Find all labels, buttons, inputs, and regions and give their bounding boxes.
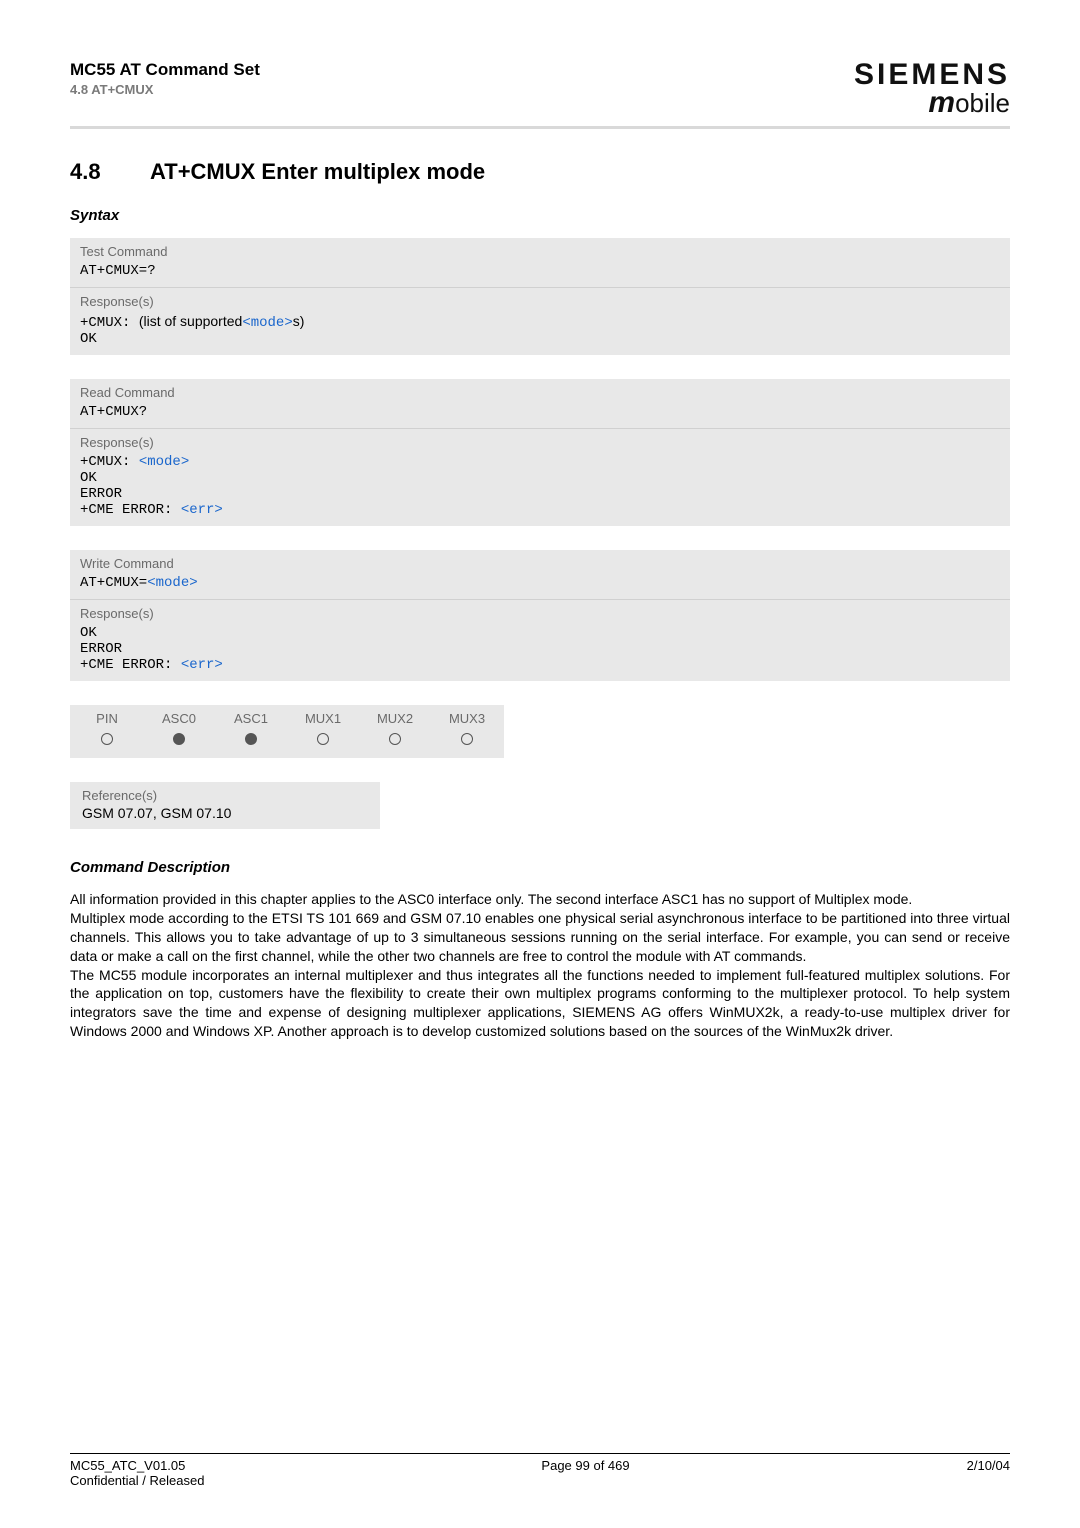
dot-empty-icon bbox=[101, 733, 113, 745]
support-head-mux1: MUX1 bbox=[300, 711, 346, 726]
support-dot-mux1 bbox=[300, 726, 346, 748]
write-resp-cme: +CME ERROR: <err> bbox=[80, 657, 1000, 673]
section-number: 4.8 bbox=[70, 159, 110, 185]
test-cmd: AT+CMUX=? bbox=[80, 263, 1000, 279]
support-dot-asc1 bbox=[228, 726, 274, 748]
write-command-block: Write Command AT+CMUX=<mode> Response(s)… bbox=[70, 550, 1010, 681]
support-head-asc1: ASC1 bbox=[228, 711, 274, 726]
read-command-block: Read Command AT+CMUX? Response(s) +CMUX:… bbox=[70, 379, 1010, 526]
read-cmd: AT+CMUX? bbox=[80, 404, 1000, 420]
write-resp-error: ERROR bbox=[80, 641, 1000, 657]
dot-filled-icon bbox=[173, 733, 185, 745]
reference-block: Reference(s) GSM 07.07, GSM 07.10 bbox=[70, 782, 380, 829]
support-headers: PIN ASC0 ASC1 MUX1 MUX2 MUX3 bbox=[84, 711, 490, 726]
read-resp-label: Response(s) bbox=[80, 435, 1000, 450]
description-heading: Command Description bbox=[70, 859, 1010, 876]
test-resp-label: Response(s) bbox=[80, 294, 1000, 309]
dot-empty-icon bbox=[389, 733, 401, 745]
section-name: AT+CMUX Enter multiplex mode bbox=[150, 159, 485, 185]
footer-center: Page 99 of 469 bbox=[541, 1458, 629, 1488]
support-table: PIN ASC0 ASC1 MUX1 MUX2 MUX3 bbox=[70, 705, 504, 758]
brand-sub: mobile bbox=[854, 88, 1010, 118]
read-resp-error: ERROR bbox=[80, 486, 1000, 502]
description-body: All information provided in this chapter… bbox=[70, 890, 1010, 1041]
dot-empty-icon bbox=[317, 733, 329, 745]
support-head-asc0: ASC0 bbox=[156, 711, 202, 726]
read-resp-cme: +CME ERROR: <err> bbox=[80, 502, 1000, 518]
write-label: Write Command bbox=[80, 556, 1000, 571]
header-left: MC55 AT Command Set 4.8 AT+CMUX bbox=[70, 60, 260, 97]
write-resp-ok: OK bbox=[80, 625, 1000, 641]
support-dot-mux3 bbox=[444, 726, 490, 748]
brand-logo: SIEMENS mobile bbox=[854, 60, 1010, 118]
read-resp-ok: OK bbox=[80, 470, 1000, 486]
support-head-mux3: MUX3 bbox=[444, 711, 490, 726]
reference-label: Reference(s) bbox=[82, 788, 368, 803]
page-footer: MC55_ATC_V01.05 Confidential / Released … bbox=[70, 1453, 1010, 1488]
footer-right: 2/10/04 bbox=[967, 1458, 1010, 1488]
doc-subsection: 4.8 AT+CMUX bbox=[70, 82, 260, 97]
section-title: 4.8 AT+CMUX Enter multiplex mode bbox=[70, 159, 1010, 185]
test-resp-ok: OK bbox=[80, 331, 1000, 347]
support-dot-pin bbox=[84, 726, 130, 748]
support-dot-asc0 bbox=[156, 726, 202, 748]
dot-empty-icon bbox=[461, 733, 473, 745]
support-head-mux2: MUX2 bbox=[372, 711, 418, 726]
write-cmd: AT+CMUX=<mode> bbox=[80, 575, 1000, 591]
write-resp-label: Response(s) bbox=[80, 606, 1000, 621]
syntax-label: Syntax bbox=[70, 207, 1010, 224]
read-resp-line1: +CMUX: <mode> bbox=[80, 454, 1000, 470]
doc-title: MC55 AT Command Set bbox=[70, 60, 260, 80]
support-dot-mux2 bbox=[372, 726, 418, 748]
support-values bbox=[84, 726, 490, 748]
support-head-pin: PIN bbox=[84, 711, 130, 726]
page-header: MC55 AT Command Set 4.8 AT+CMUX SIEMENS … bbox=[70, 60, 1010, 129]
read-label: Read Command bbox=[80, 385, 1000, 400]
test-command-block: Test Command AT+CMUX=? Response(s) +CMUX… bbox=[70, 238, 1010, 355]
footer-left: MC55_ATC_V01.05 Confidential / Released bbox=[70, 1458, 204, 1488]
dot-filled-icon bbox=[245, 733, 257, 745]
test-resp-line: +CMUX: (list of supported<mode>s) bbox=[80, 313, 1000, 331]
reference-text: GSM 07.07, GSM 07.10 bbox=[82, 805, 368, 821]
test-label: Test Command bbox=[80, 244, 1000, 259]
